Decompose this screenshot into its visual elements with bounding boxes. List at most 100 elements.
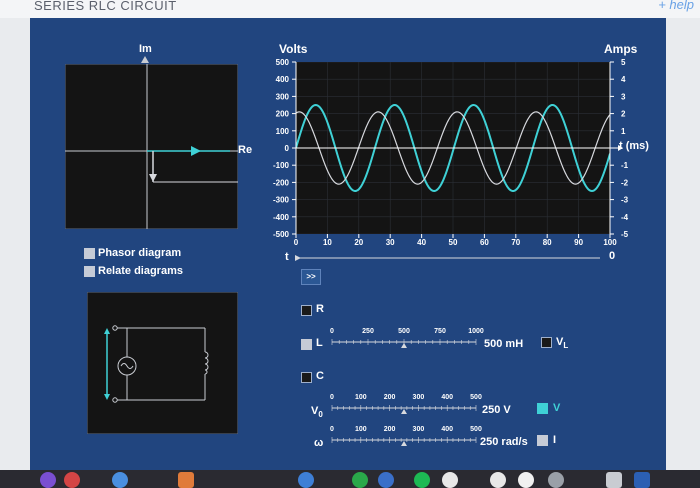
left-tick-label: -400 xyxy=(273,213,290,222)
slider-thumb xyxy=(401,343,407,348)
play-button[interactable]: >> xyxy=(301,269,321,285)
right-tick-label: 1 xyxy=(621,127,626,136)
plot-axes: 5004003002001000-100-200-300-400-500 543… xyxy=(273,58,629,247)
slider-thumb xyxy=(401,409,407,414)
title-bar: SERIES RLC CIRCUIT + help xyxy=(0,0,700,18)
slider-tick-label: 100 xyxy=(355,426,367,433)
right-tick-label: -5 xyxy=(621,230,629,239)
x-tick-label: 100 xyxy=(603,238,617,247)
omega-label: ω xyxy=(314,437,324,449)
l-checkbox[interactable] xyxy=(301,339,312,350)
l-label: L xyxy=(316,337,323,349)
r-label: R xyxy=(316,303,324,315)
left-tick-label: 200 xyxy=(276,110,290,119)
slider-tick-label: 500 xyxy=(470,394,482,401)
right-tick-label: -1 xyxy=(621,161,629,170)
help-link[interactable]: + help xyxy=(658,0,694,12)
slider-tick-label: 1000 xyxy=(468,328,484,335)
x-tick-label: 90 xyxy=(574,238,583,247)
right-tick-label: 5 xyxy=(621,58,626,67)
phasor-diagram-label: Phasor diagram xyxy=(98,247,182,259)
spotify-icon[interactable] xyxy=(414,472,430,488)
vl-checkbox[interactable] xyxy=(541,337,552,348)
c-label: C xyxy=(316,370,324,382)
right-tick-label: 4 xyxy=(621,75,626,84)
left-tick-label: -200 xyxy=(273,178,290,187)
x-tick-label: 0 xyxy=(294,238,299,247)
slider-tick-label: 200 xyxy=(384,426,396,433)
time-slider-end: 0 xyxy=(609,250,616,262)
time-slider[interactable] xyxy=(294,252,604,264)
slider-tick-label: 400 xyxy=(441,426,453,433)
time-slider-thumb xyxy=(295,255,301,261)
slider-tick-label: 300 xyxy=(413,394,425,401)
slider-tick-label: 400 xyxy=(441,394,453,401)
vl-label: VL xyxy=(556,336,569,351)
x-tick-label: 30 xyxy=(386,238,395,247)
slider-tick-label: 0 xyxy=(330,426,334,433)
app-icon[interactable] xyxy=(442,472,458,488)
time-slider-label: t xyxy=(285,251,289,263)
omega-slider[interactable]: 0 100 200 300 400 500 xyxy=(326,424,486,450)
circuit-diagram xyxy=(87,292,238,434)
omega-value: 250 rad/s xyxy=(480,436,528,448)
v-checkbox[interactable] xyxy=(537,403,548,414)
right-tick-label: -2 xyxy=(621,178,629,187)
v0-slider[interactable]: 0 100 200 300 400 500 xyxy=(326,392,486,418)
relate-diagrams-checkbox[interactable] xyxy=(84,266,95,277)
app-icon[interactable] xyxy=(40,472,56,488)
app-title: SERIES RLC CIRCUIT xyxy=(34,0,177,13)
x-tick-label: 80 xyxy=(543,238,552,247)
slider-tick-label: 100 xyxy=(355,394,367,401)
left-tick-label: 400 xyxy=(276,75,290,84)
slider-tick-label: 0 xyxy=(330,328,334,335)
word-icon[interactable] xyxy=(634,472,650,488)
v-check-label: V xyxy=(553,402,561,414)
app-icon[interactable] xyxy=(606,472,622,488)
r-checkbox[interactable] xyxy=(301,305,312,316)
phasor-diagram-checkbox[interactable] xyxy=(84,248,95,259)
im-axis-arrow xyxy=(141,56,149,63)
right-tick-label: -3 xyxy=(621,196,629,205)
phasor-diagram xyxy=(65,64,238,229)
x-tick-label: 20 xyxy=(354,238,363,247)
app-icon[interactable] xyxy=(352,472,368,488)
app-icon[interactable] xyxy=(64,472,80,488)
im-label: Im xyxy=(139,43,152,55)
settings-icon[interactable] xyxy=(548,472,564,488)
right-tick-label: 2 xyxy=(621,110,626,119)
c-checkbox[interactable] xyxy=(301,372,312,383)
x-tick-label: 50 xyxy=(449,238,458,247)
calendar-icon[interactable] xyxy=(178,472,194,488)
x-tick-label: 60 xyxy=(480,238,489,247)
x-tick-label: 70 xyxy=(511,238,520,247)
v0-label: V0 xyxy=(311,405,323,420)
slider-thumb xyxy=(401,441,407,446)
right-tick-label: -4 xyxy=(621,213,629,222)
right-tick-label: 3 xyxy=(621,92,626,101)
x-tick-label: 40 xyxy=(417,238,426,247)
slider-tick-label: 200 xyxy=(384,394,396,401)
app-icon[interactable] xyxy=(490,472,506,488)
slider-tick-label: 250 xyxy=(362,328,374,335)
app-icon[interactable] xyxy=(378,472,394,488)
i-check-label: I xyxy=(553,434,557,446)
app-icon[interactable] xyxy=(112,472,128,488)
l-slider[interactable]: 0 250 500 750 1000 xyxy=(326,326,486,352)
slider-tick-label: 300 xyxy=(413,426,425,433)
left-tick-label: -300 xyxy=(273,196,290,205)
v0-value: 250 V xyxy=(482,404,511,416)
chrome-icon[interactable] xyxy=(518,472,534,488)
l-value: 500 mH xyxy=(484,338,524,350)
left-tick-label: -100 xyxy=(273,161,290,170)
left-tick-label: 500 xyxy=(276,58,290,67)
relate-diagrams-label: Relate diagrams xyxy=(98,265,183,277)
slider-tick-label: 0 xyxy=(330,394,334,401)
i-checkbox[interactable] xyxy=(537,435,548,446)
left-tick-label: 100 xyxy=(276,127,290,136)
slider-tick-label: 750 xyxy=(434,328,446,335)
slider-tick-label: 500 xyxy=(470,426,482,433)
left-tick-label: 0 xyxy=(285,144,290,153)
app-icon[interactable] xyxy=(298,472,314,488)
x-tick-label: 10 xyxy=(323,238,332,247)
